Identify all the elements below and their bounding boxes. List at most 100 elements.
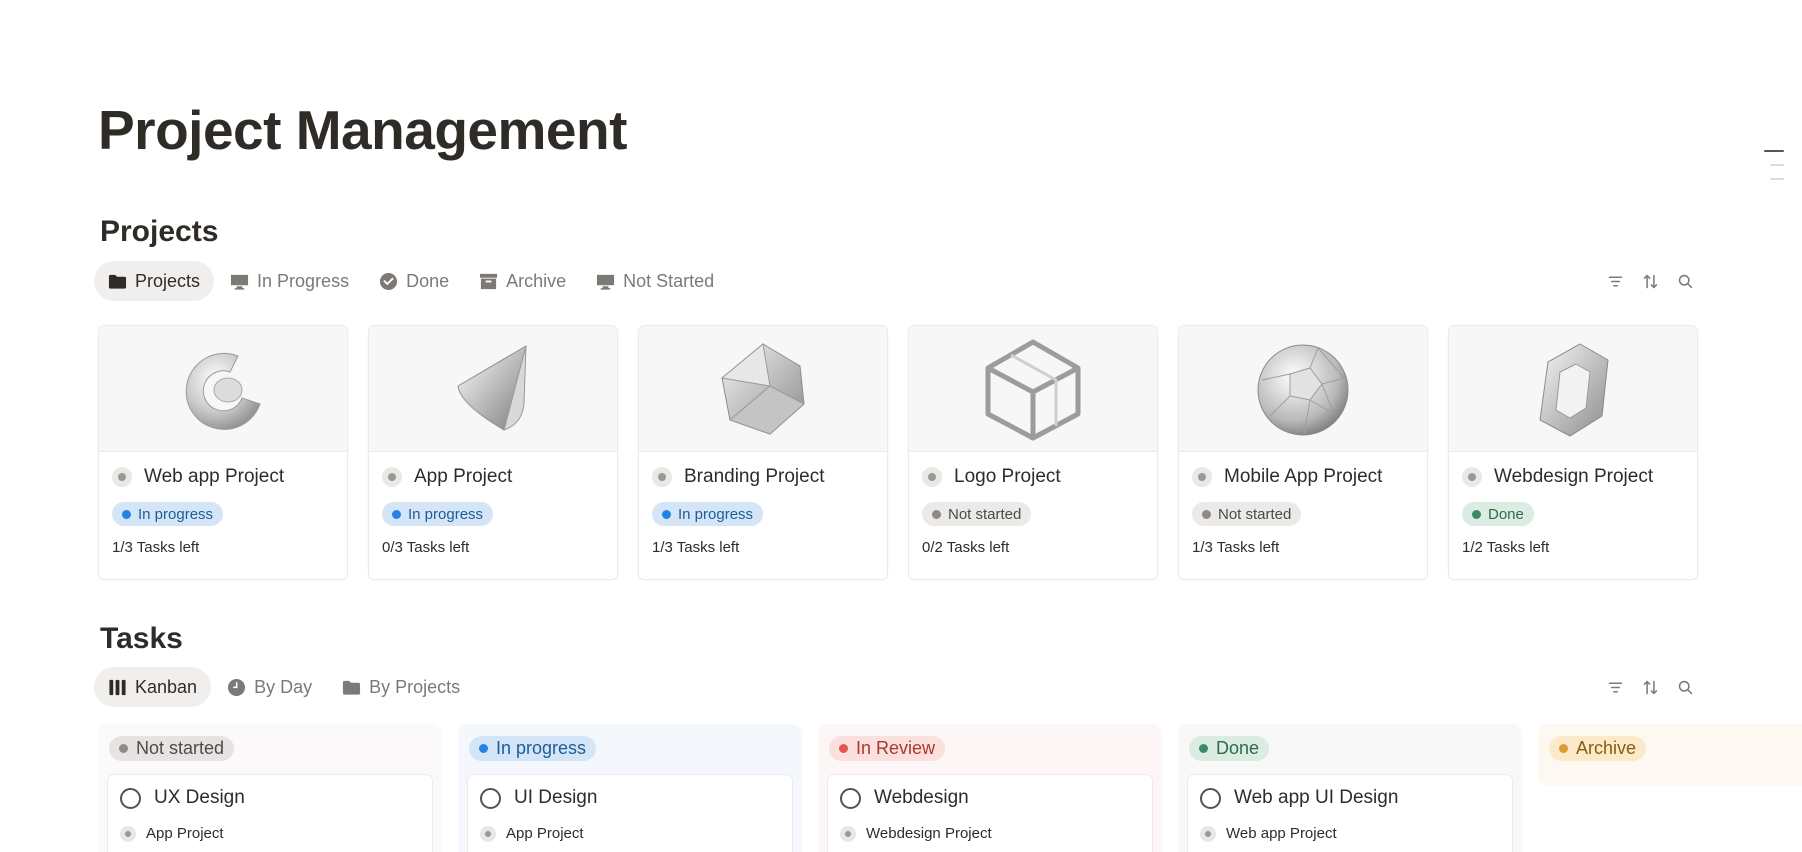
status-label: Done	[1488, 505, 1524, 523]
sort-button[interactable]	[1633, 264, 1667, 298]
folder-icon	[343, 680, 361, 695]
page-icon	[1200, 825, 1216, 842]
tasks-heading: Tasks	[100, 622, 183, 655]
project-card[interactable]: Webdesign Project Done 1/2 Tasks left	[1448, 325, 1698, 580]
project-card[interactable]: Web app Project In progress 1/3 Tasks le…	[98, 325, 348, 580]
checkbox-circle-icon[interactable]	[840, 787, 861, 809]
column-badge[interactable]: In Review	[829, 736, 946, 761]
task-card[interactable]: UI Design App Project	[467, 774, 793, 852]
page-icon	[120, 825, 136, 842]
card-title: App Project	[414, 466, 513, 487]
projects-heading: Projects	[100, 215, 219, 248]
column-label: Archive	[1576, 738, 1637, 758]
kanban-column-in-review: In Review Webdesign Webdesign Project	[818, 724, 1162, 852]
status-label: In progress	[138, 505, 214, 523]
sort-icon	[1643, 273, 1657, 289]
toc-line[interactable]	[1764, 150, 1784, 152]
project-card[interactable]: Branding Project In progress 1/3 Tasks l…	[638, 325, 888, 580]
check-circle-icon	[380, 272, 398, 290]
task-project[interactable]: App Project	[506, 825, 584, 842]
project-card[interactable]: App Project In progress 0/3 Tasks left	[368, 325, 618, 580]
projects-gallery: Web app Project In progress 1/3 Tasks le…	[98, 325, 1698, 580]
status-dot	[479, 744, 488, 753]
task-project[interactable]: Web app Project	[1226, 825, 1337, 842]
project-card[interactable]: Mobile App Project Not started 1/3 Tasks…	[1178, 325, 1428, 580]
tab-kanban[interactable]: Kanban	[94, 667, 212, 707]
status-dot	[839, 744, 848, 753]
status-badge: Not started	[922, 502, 1032, 526]
tab-label: By Day	[254, 676, 313, 697]
status-dot	[932, 509, 941, 519]
projects-viewbar: Projects In Progress Done Archive Not St…	[94, 261, 1702, 301]
task-card[interactable]: Webdesign Webdesign Project	[827, 774, 1153, 852]
tasks-viewbar: Kanban By Day By Projects	[94, 667, 1702, 707]
tab-label: Projects	[135, 270, 201, 291]
card-title: Web app Project	[144, 466, 285, 487]
card-title: Logo Project	[954, 466, 1061, 487]
kanban-columns-icon	[109, 679, 126, 695]
tasks-left: 1/3 Tasks left	[652, 539, 740, 556]
table-of-contents[interactable]	[1764, 150, 1784, 192]
column-label: In progress	[496, 738, 587, 758]
page-title: Project Management	[98, 99, 627, 161]
filter-icon	[1608, 275, 1622, 287]
tab-archive[interactable]: Archive	[465, 261, 580, 301]
filter-button[interactable]	[1598, 670, 1632, 704]
column-badge[interactable]: In progress	[469, 736, 597, 761]
status-dot	[1202, 509, 1211, 519]
checkbox-circle-icon[interactable]	[480, 787, 501, 809]
tab-label: Not Started	[623, 270, 715, 291]
task-project[interactable]: Webdesign Project	[866, 825, 992, 842]
task-card[interactable]: UX Design App Project	[107, 774, 433, 852]
toc-line[interactable]	[1770, 164, 1784, 166]
column-badge[interactable]: Done	[1189, 736, 1270, 761]
toc-line[interactable]	[1770, 178, 1784, 180]
tab-not-started[interactable]: Not Started	[582, 261, 728, 301]
search-icon	[1678, 680, 1692, 694]
task-title: UI Design	[514, 787, 598, 808]
sort-button[interactable]	[1633, 670, 1667, 704]
status-label: Not started	[948, 505, 1022, 523]
status-dot	[662, 509, 671, 519]
status-badge: In progress	[382, 502, 494, 526]
page-icon	[840, 825, 856, 842]
column-label: Not started	[136, 738, 225, 758]
tab-label: Kanban	[135, 676, 198, 697]
task-project[interactable]: App Project	[146, 825, 224, 842]
tab-label: By Projects	[369, 676, 461, 697]
task-card[interactable]: Web app UI Design Web app Project	[1187, 774, 1513, 852]
page-icon	[1192, 467, 1212, 487]
card-cover	[1449, 326, 1697, 452]
kanban-column-not-started: Not started UX Design App Project	[98, 724, 442, 852]
tab-done[interactable]: Done	[365, 261, 463, 301]
checkbox-circle-icon[interactable]	[120, 787, 141, 809]
tab-in-progress[interactable]: In Progress	[216, 261, 363, 301]
status-badge: Not started	[1192, 502, 1302, 526]
tasks-left: 0/3 Tasks left	[382, 539, 470, 556]
monitor-icon	[597, 274, 615, 290]
tab-label: Done	[406, 270, 450, 291]
status-dot	[1559, 744, 1568, 753]
task-title: Web app UI Design	[1234, 787, 1399, 808]
status-dot	[119, 744, 128, 753]
glass-cone-icon	[457, 344, 527, 431]
view-actions	[1597, 264, 1702, 298]
search-button[interactable]	[1668, 670, 1702, 704]
page-icon	[652, 467, 672, 487]
tab-projects[interactable]: Projects	[94, 261, 215, 301]
status-dot	[1472, 509, 1481, 519]
project-card[interactable]: Logo Project Not started 0/2 Tasks left	[908, 325, 1158, 580]
filter-button[interactable]	[1598, 264, 1632, 298]
column-badge[interactable]: Not started	[109, 736, 235, 761]
tab-by-day[interactable]: By Day	[213, 667, 326, 707]
tasks-left: 0/2 Tasks left	[922, 539, 1010, 556]
view-actions	[1597, 670, 1702, 704]
glass-sphere-icon	[1257, 344, 1349, 435]
card-title: Mobile App Project	[1224, 466, 1383, 487]
folder-icon	[108, 274, 127, 289]
column-badge[interactable]: Archive	[1549, 736, 1647, 761]
tab-by-projects[interactable]: By Projects	[328, 667, 474, 707]
checkbox-circle-icon[interactable]	[1200, 787, 1221, 809]
card-cover	[369, 326, 617, 452]
search-button[interactable]	[1668, 264, 1702, 298]
